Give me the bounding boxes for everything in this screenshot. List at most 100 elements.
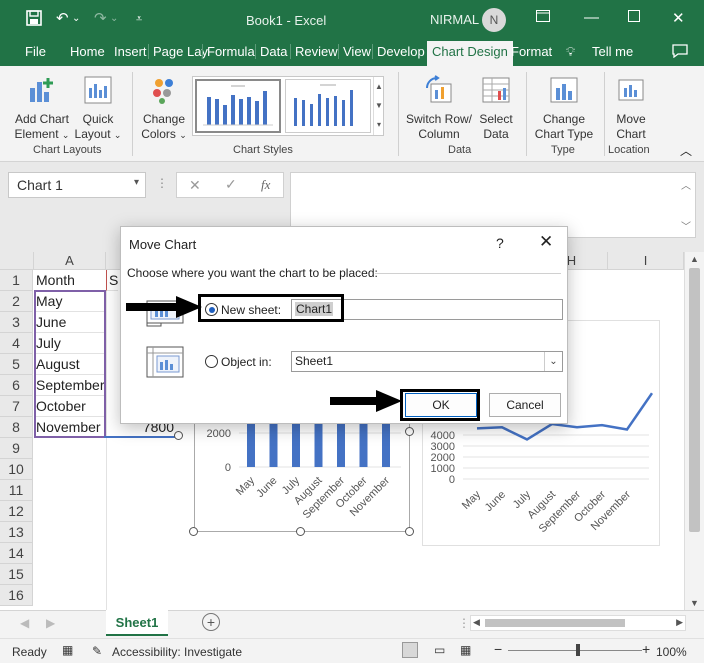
row-header-13[interactable]: 13 (0, 522, 33, 543)
tab-page-layout[interactable]: Page Lay (148, 44, 208, 59)
formula-scroll-icon[interactable]: ﹀ (681, 218, 691, 233)
tab-view[interactable]: View (338, 44, 371, 59)
customize-toolbar-icon[interactable]: ⩡ (136, 10, 142, 28)
sheet-tab-sheet1[interactable]: Sheet1 (106, 610, 168, 636)
close-icon[interactable]: ✕ (672, 9, 685, 27)
scroll-right-icon[interactable]: ▶ (676, 617, 683, 628)
resize-handle[interactable] (296, 527, 305, 536)
column-header-a[interactable]: A (34, 252, 106, 270)
redo-dropdown-icon[interactable]: ⌄ (110, 10, 118, 28)
sheet-options-icon[interactable]: ⋮ (458, 616, 470, 630)
cell-a8[interactable]: November (34, 417, 106, 438)
cancel-button[interactable]: Cancel (489, 393, 561, 417)
change-chart-type-button[interactable]: Change Chart Type (532, 74, 596, 142)
switch-row-column-button[interactable]: Switch Row/ Column (404, 74, 474, 142)
expand-formula-icon[interactable]: ︿ (681, 177, 691, 192)
undo-dropdown-icon[interactable]: ⌄ (72, 10, 80, 28)
horizontal-scrollbar[interactable]: ◀ ▶ (470, 615, 686, 631)
row-header-1[interactable]: 1 (0, 270, 33, 291)
row-header-15[interactable]: 15 (0, 564, 33, 585)
close-icon[interactable]: ✕ (539, 232, 553, 252)
vertical-scrollbar[interactable]: ▲ ▼ (684, 252, 704, 610)
insert-function-icon[interactable]: fx (261, 177, 270, 193)
cancel-icon[interactable]: ✕ (189, 177, 201, 194)
chevron-down-icon[interactable]: ▾ (134, 177, 139, 188)
tab-data[interactable]: Data (255, 44, 287, 59)
add-chart-element-button[interactable]: Add Chart Element ⌄ (12, 74, 72, 143)
page-layout-view-icon[interactable]: ▭ (434, 643, 445, 657)
minimize-icon[interactable]: — (584, 9, 599, 26)
ribbon-display-icon[interactable] (536, 9, 550, 26)
hscroll-thumb[interactable] (485, 619, 625, 627)
resize-handle[interactable] (189, 527, 198, 536)
scroll-left-icon[interactable]: ◀ (473, 617, 480, 628)
next-sheet-icon[interactable]: ▶ (46, 616, 55, 630)
accessibility-icon[interactable]: ✎ (92, 644, 102, 658)
cell-a3[interactable]: June (34, 312, 106, 333)
change-colors-button[interactable]: Change Colors ⌄ (138, 74, 190, 143)
more-options-icon[interactable]: ⋮ (156, 176, 168, 190)
row-header-8[interactable]: 8 (0, 417, 33, 438)
chart-style-2[interactable] (285, 79, 371, 133)
chevron-down-icon[interactable]: ⌄ (544, 352, 562, 371)
move-chart-button[interactable]: Move Chart (608, 74, 654, 142)
tab-format[interactable]: Format (511, 44, 552, 59)
name-box[interactable]: Chart 1 ▾ (8, 172, 146, 198)
row-header-10[interactable]: 10 (0, 459, 33, 480)
collapse-ribbon-icon[interactable]: ︿ (680, 142, 692, 159)
row-header-7[interactable]: 7 (0, 396, 33, 417)
macro-record-icon[interactable]: ▦ (62, 643, 73, 657)
tab-review[interactable]: Review (290, 44, 338, 59)
avatar[interactable]: N (482, 8, 506, 32)
accessibility-status[interactable]: Accessibility: Investigate (112, 645, 242, 659)
cell-a7[interactable]: October (34, 396, 106, 417)
select-all-corner[interactable] (0, 252, 34, 270)
resize-handle[interactable] (405, 527, 414, 536)
column-header-i[interactable]: I (608, 252, 684, 270)
zoom-slider[interactable] (508, 650, 642, 651)
tab-developer[interactable]: Develop (372, 44, 425, 59)
quick-layout-button[interactable]: Quick Layout ⌄ (72, 74, 124, 143)
object-in-select[interactable]: Sheet1 ⌄ (291, 351, 563, 372)
tell-me-search[interactable]: Tell me (592, 44, 633, 59)
comments-icon[interactable] (672, 44, 688, 61)
row-header-4[interactable]: 4 (0, 333, 33, 354)
gallery-scroll[interactable]: ▲ ▼ ▾ (373, 77, 384, 135)
tab-insert[interactable]: Insert (114, 44, 147, 59)
row-header-3[interactable]: 3 (0, 312, 33, 333)
scroll-down-icon[interactable]: ▼ (690, 598, 699, 608)
resize-handle[interactable] (405, 427, 414, 436)
zoom-level[interactable]: 100% (656, 645, 687, 659)
maximize-icon[interactable] (628, 9, 640, 26)
resize-handle[interactable] (174, 431, 183, 440)
row-header-9[interactable]: 9 (0, 438, 33, 459)
tab-chart-design[interactable]: Chart Design (427, 41, 513, 66)
prev-sheet-icon[interactable]: ◀ (20, 616, 29, 630)
normal-view-icon[interactable] (402, 642, 418, 658)
object-in-radio[interactable] (205, 355, 218, 368)
add-sheet-icon[interactable]: + (202, 613, 220, 631)
zoom-slider-thumb[interactable] (576, 644, 580, 656)
help-button[interactable]: ? (496, 235, 504, 251)
check-icon[interactable]: ✓ (225, 176, 237, 193)
cell-a1[interactable]: Month (34, 270, 106, 291)
row-header-16[interactable]: 16 (0, 585, 33, 606)
row-header-14[interactable]: 14 (0, 543, 33, 564)
cell-a4[interactable]: July (34, 333, 106, 354)
row-header-2[interactable]: 2 (0, 291, 33, 312)
chart-style-1[interactable] (195, 79, 281, 133)
scroll-up-icon[interactable]: ▲ (690, 254, 699, 264)
scroll-thumb[interactable] (689, 268, 700, 532)
tab-formulas[interactable]: Formula (202, 44, 255, 59)
row-header-6[interactable]: 6 (0, 375, 33, 396)
tab-home[interactable]: Home (70, 44, 105, 59)
select-data-button[interactable]: Select Data (476, 74, 516, 142)
cell-b1[interactable]: Sa (106, 270, 118, 291)
zoom-out-icon[interactable]: − (494, 641, 502, 657)
cell-a2[interactable]: May (34, 291, 106, 312)
cell-a5[interactable]: August (34, 354, 106, 375)
page-break-view-icon[interactable]: ▦ (460, 643, 471, 657)
cell-a6[interactable]: September (34, 375, 106, 396)
zoom-in-icon[interactable]: + (642, 641, 650, 657)
save-icon[interactable] (26, 10, 42, 31)
